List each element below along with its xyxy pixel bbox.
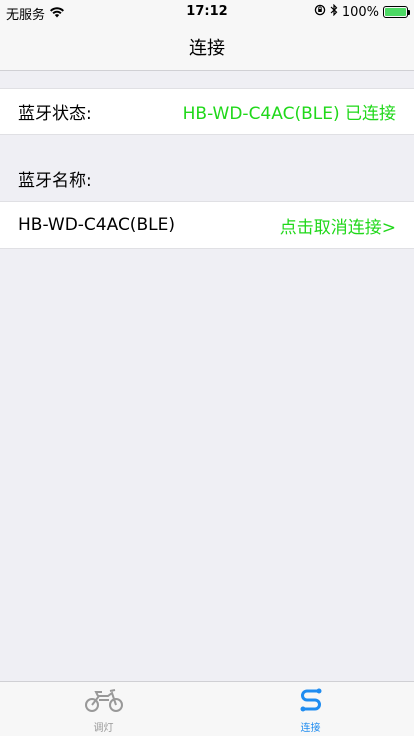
status-right: 100% (314, 3, 410, 20)
disconnect-button[interactable]: 点击取消连接> (280, 213, 396, 238)
bluetooth-status-row: 蓝牙状态: HB-WD-C4AC(BLE) 已连接 (0, 88, 414, 135)
page-title: 连接 (189, 38, 225, 59)
bluetooth-name-label: 蓝牙名称: (18, 171, 92, 191)
battery-percent: 100% (341, 4, 379, 20)
connection-icon (298, 687, 324, 717)
bluetooth-icon (330, 3, 338, 20)
orientation-lock-icon (314, 4, 326, 20)
tab-connection[interactable]: 连接 (207, 682, 414, 736)
tab-bar: 调灯 连接 (0, 681, 414, 736)
device-row[interactable]: HB-WD-C4AC(BLE) 点击取消连接> (0, 201, 414, 249)
battery-fill (385, 8, 406, 16)
tab-light-control-label: 调灯 (93, 723, 114, 734)
bluetooth-status-value: HB-WD-C4AC(BLE) 已连接 (182, 104, 396, 124)
navigation-bar: 连接 (0, 24, 414, 71)
screen: 无服务 17:12 100% 连接 蓝牙状态: HB-WD-C4AC(BLE) … (0, 0, 414, 736)
device-name: HB-WD-C4AC(BLE) (18, 215, 175, 235)
motorcycle-icon (84, 687, 124, 717)
battery-icon (383, 6, 410, 18)
bluetooth-status-label: 蓝牙状态: (18, 104, 92, 124)
tab-connection-label: 连接 (300, 723, 321, 734)
tab-light-control[interactable]: 调灯 (0, 682, 207, 736)
status-bar: 无服务 17:12 100% (0, 0, 414, 24)
